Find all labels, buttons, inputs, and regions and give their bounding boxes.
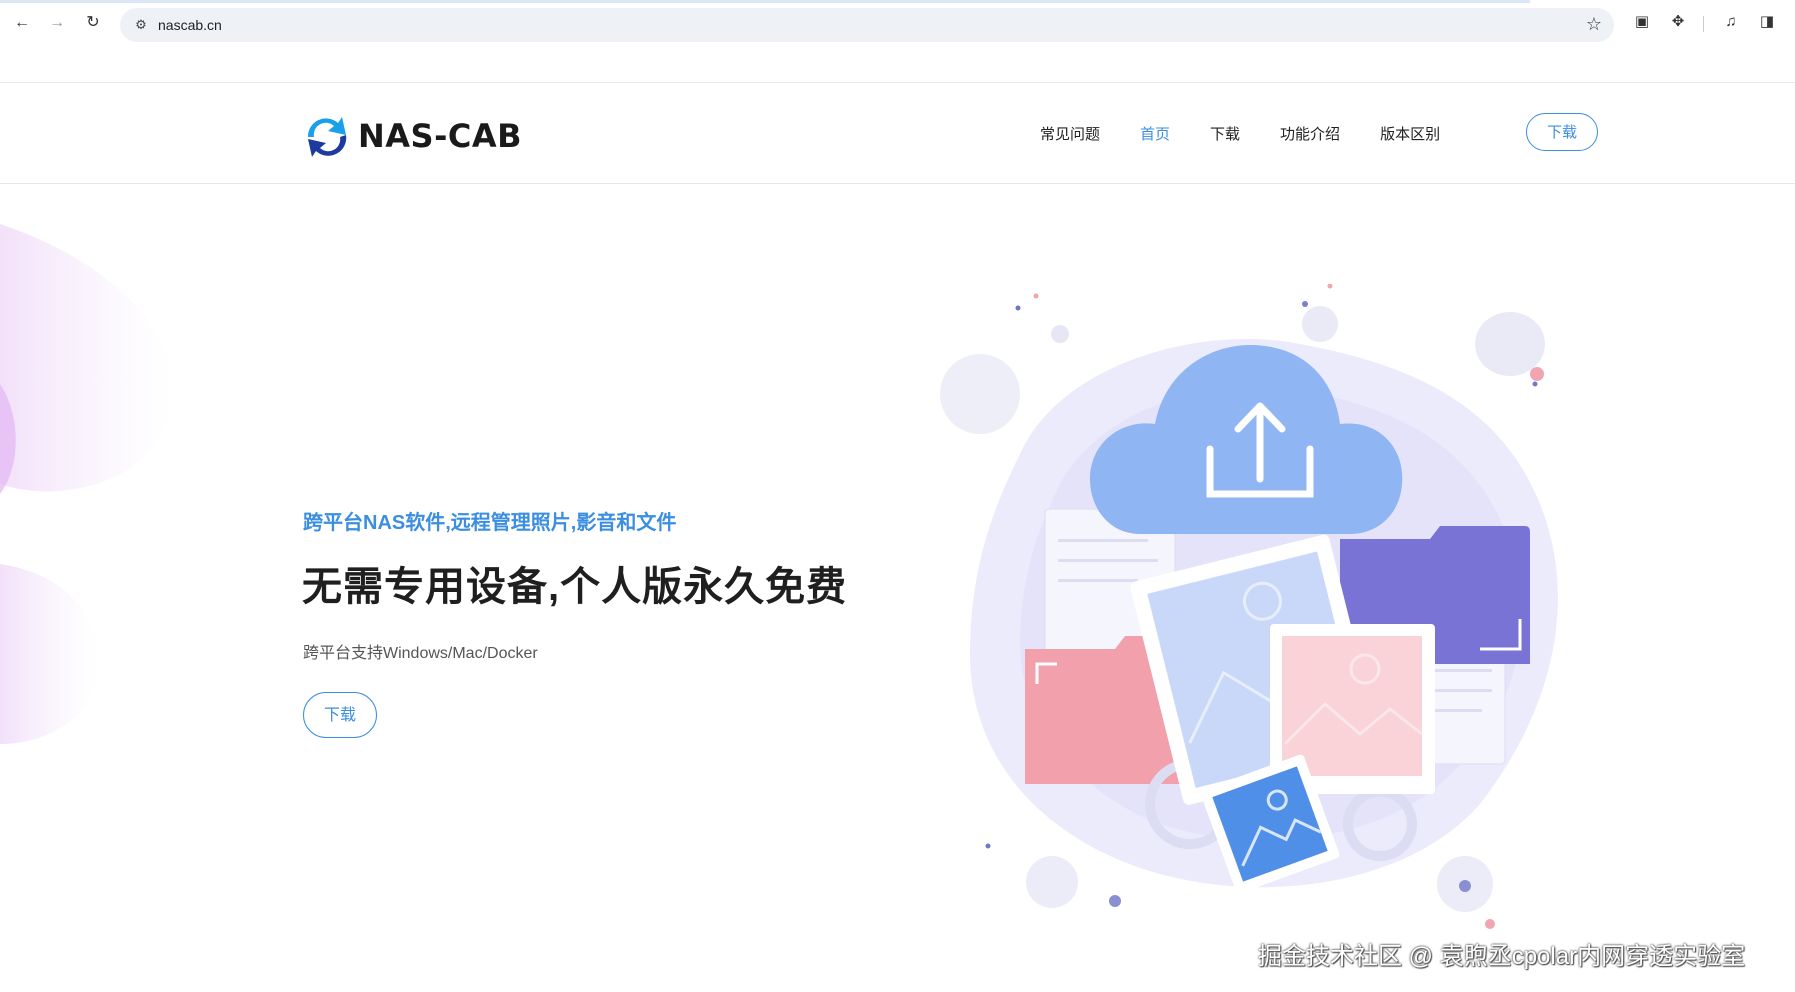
nav-item-features[interactable]: 功能介绍: [1280, 123, 1340, 144]
side-panel-icon[interactable]: ◨: [1757, 12, 1777, 32]
url-text[interactable]: nascab.cn: [158, 17, 222, 33]
main-nav: 常见问题 首页 下载 功能介绍 版本区别: [1040, 123, 1480, 144]
nav-item-versions[interactable]: 版本区别: [1380, 123, 1440, 144]
toolbar-divider: [1703, 16, 1704, 32]
nav-item-home[interactable]: 首页: [1140, 123, 1170, 144]
star-icon[interactable]: ☆: [1586, 14, 1602, 35]
site-header: NAS-CAB 常见问题 首页 下载 功能介绍 版本区别 下载: [0, 82, 1795, 184]
reading-mode-icon[interactable]: ▣: [1632, 12, 1652, 32]
hero-tagline: 跨平台NAS软件,远程管理照片,影音和文件: [303, 512, 677, 534]
nav-item-faq[interactable]: 常见问题: [1040, 123, 1100, 144]
address-bar[interactable]: ⚙ nascab.cn ☆: [120, 8, 1614, 42]
back-icon[interactable]: ←: [12, 13, 32, 33]
hero-title: 无需专用设备,个人版永久免费: [302, 565, 848, 609]
forward-icon[interactable]: →: [47, 13, 67, 33]
cloud-upload-illustration: [940, 284, 1558, 929]
loading-progress: [0, 0, 1530, 3]
header-download-button[interactable]: 下载: [1526, 113, 1598, 151]
browser-toolbar: ← → ↻ ⚙ nascab.cn ☆ ▣ ✥ ♫ ◨: [0, 0, 1795, 42]
hero-section: 跨平台NAS软件,远程管理照片,影音和文件 无需专用设备,个人版永久免费 跨平台…: [0, 184, 1795, 992]
logo[interactable]: NAS-CAB: [302, 113, 522, 159]
site-info-icon[interactable]: ⚙: [132, 16, 150, 34]
logo-text: NAS-CAB: [358, 117, 523, 155]
watermark: 掘金技术社区 @ 袁煦丞cpolar内网穿透实验室: [1258, 943, 1746, 970]
nav-item-download[interactable]: 下载: [1210, 123, 1240, 144]
hero-subtitle: 跨平台支持Windows/Mac/Docker: [303, 645, 538, 662]
reload-icon[interactable]: ↻: [83, 13, 103, 33]
media-icon[interactable]: ♫: [1721, 12, 1741, 32]
decorative-waves: [0, 224, 174, 744]
logo-mark-icon: [307, 117, 347, 157]
extensions-icon[interactable]: ✥: [1668, 12, 1688, 32]
hero-download-button[interactable]: 下载: [303, 692, 377, 738]
